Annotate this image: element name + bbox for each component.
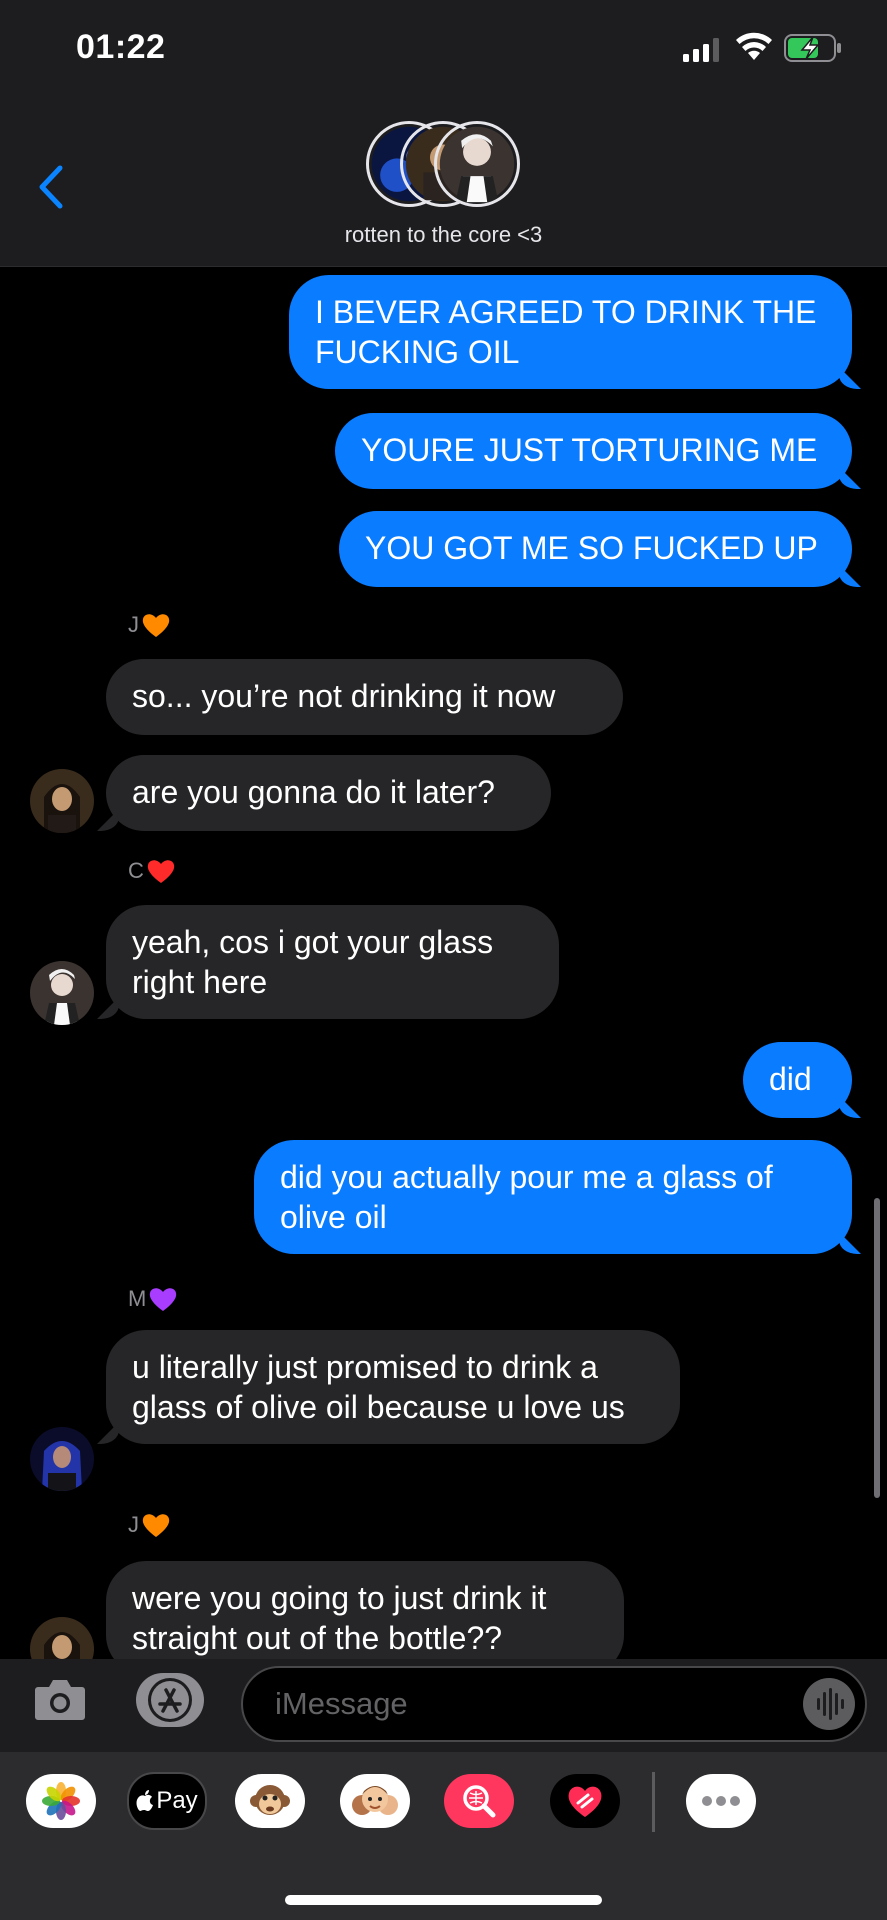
- contact-avatar: [30, 1617, 94, 1659]
- orange-heart-icon: [142, 1514, 170, 1537]
- wifi-icon: [736, 32, 772, 60]
- home-indicator[interactable]: [285, 1895, 602, 1905]
- outgoing-message[interactable]: I BEVER AGREED TO DRINK THE FUCKING OIL: [289, 275, 852, 389]
- message-composer: iMessage: [0, 1659, 887, 1752]
- outgoing-message[interactable]: did you actually pour me a glass of oliv…: [254, 1140, 852, 1254]
- more-icon: [702, 1796, 740, 1806]
- digital-touch-button[interactable]: [550, 1774, 620, 1828]
- digital-touch-icon: [568, 1786, 602, 1817]
- incoming-message[interactable]: yeah, cos i got your glass right here: [106, 905, 559, 1019]
- apple-pay-label: Pay: [156, 1787, 198, 1814]
- group-name[interactable]: rotten to the core <3: [0, 222, 887, 248]
- message-thread[interactable]: I BEVER AGREED TO DRINK THE FUCKING OIL …: [0, 267, 887, 1659]
- orange-heart-icon: [142, 614, 170, 637]
- memoji-button[interactable]: [340, 1774, 410, 1828]
- status-time: 01:22: [76, 28, 166, 66]
- sender-label: J: [128, 611, 171, 639]
- incoming-message[interactable]: were you going to just drink it straight…: [106, 1561, 624, 1659]
- app-store-icon: [148, 1678, 192, 1722]
- memoji-icon: [352, 1786, 398, 1815]
- image-search-button[interactable]: [444, 1774, 514, 1828]
- animoji-button[interactable]: [235, 1774, 305, 1828]
- input-placeholder: iMessage: [275, 1686, 408, 1721]
- sender-initial: C: [128, 858, 144, 883]
- sender-label: M: [128, 1285, 178, 1313]
- more-apps-button[interactable]: [686, 1774, 756, 1828]
- imessage-input[interactable]: iMessage: [241, 1666, 867, 1742]
- apple-pay-button[interactable]: Pay: [127, 1772, 207, 1830]
- outgoing-message[interactable]: YOURE JUST TORTURING ME: [335, 413, 852, 489]
- contact-avatar: [30, 769, 94, 833]
- incoming-message[interactable]: so... you’re not drinking it now: [106, 659, 623, 735]
- cellular-signal-icon: [683, 38, 719, 62]
- app-drawer: Pay: [0, 1752, 887, 1920]
- sender-initial: M: [128, 1286, 147, 1311]
- group-avatar-stack[interactable]: [366, 121, 522, 211]
- red-heart-icon: [147, 860, 175, 883]
- photos-icon: [42, 1782, 80, 1820]
- group-avatar: [434, 121, 520, 207]
- incoming-message[interactable]: are you gonna do it later?: [106, 755, 551, 831]
- incoming-message[interactable]: u literally just promised to drink a gla…: [106, 1330, 680, 1444]
- sender-label: J: [128, 1511, 171, 1539]
- outgoing-message[interactable]: YOU GOT ME SO FUCKED UP: [339, 511, 852, 587]
- sender-initial: J: [128, 612, 139, 637]
- sender-label: C: [128, 857, 176, 885]
- waveform-icon: [817, 1688, 844, 1720]
- outgoing-message[interactable]: did: [743, 1042, 852, 1118]
- scrollbar[interactable]: [874, 1198, 880, 1498]
- apple-logo-icon: [136, 1790, 154, 1811]
- image-search-icon: [463, 1785, 496, 1818]
- conversation-header: 01:22 rotten to the core <3: [0, 0, 887, 267]
- battery-charging-icon: [784, 34, 841, 62]
- contact-avatar: [30, 1427, 94, 1491]
- purple-heart-icon: [150, 1288, 177, 1311]
- app-store-button[interactable]: [136, 1673, 204, 1727]
- drawer-divider: [652, 1772, 655, 1832]
- animoji-icon: [250, 1785, 290, 1815]
- sender-initial: J: [128, 1512, 139, 1537]
- camera-icon[interactable]: [34, 1677, 86, 1721]
- back-chevron-icon[interactable]: [30, 160, 74, 214]
- contact-avatar: [30, 961, 94, 1025]
- audio-record-button[interactable]: [803, 1678, 855, 1730]
- photos-app-button[interactable]: [26, 1774, 96, 1828]
